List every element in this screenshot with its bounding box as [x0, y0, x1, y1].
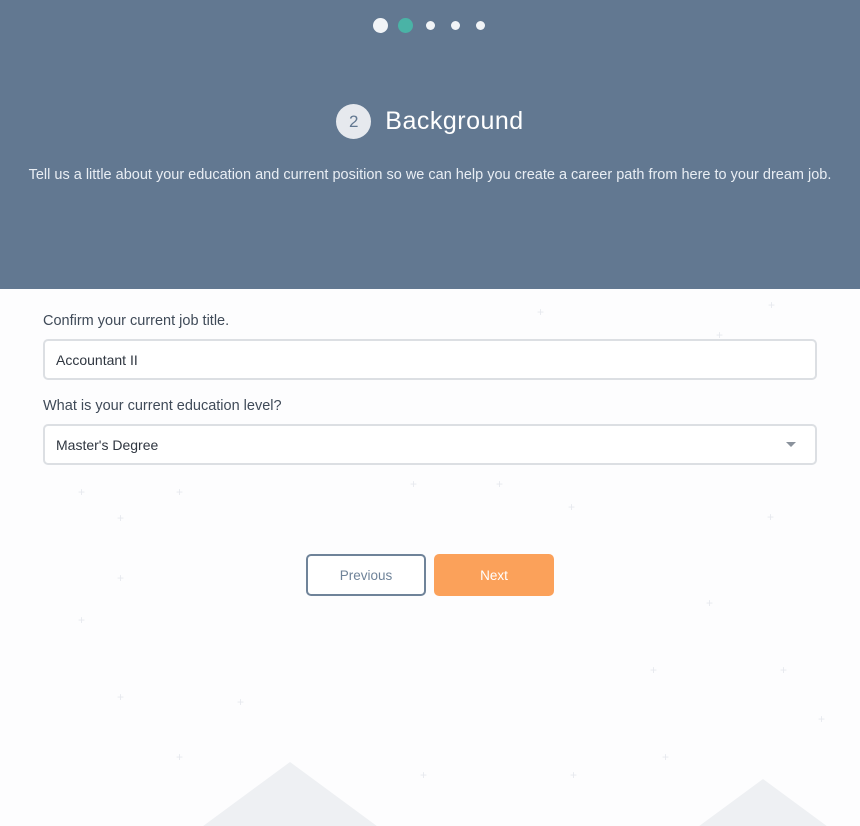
plus-decoration: +	[410, 477, 418, 491]
progress-dot-5[interactable]	[475, 21, 485, 30]
plus-decoration: +	[176, 750, 184, 764]
education-label: What is your current education level?	[43, 398, 282, 414]
education-group: What is your current education level? Ma…	[43, 398, 817, 465]
mountain-shape	[195, 762, 385, 826]
plus-decoration: +	[78, 485, 86, 499]
progress-dot-1[interactable]	[372, 18, 388, 33]
next-button[interactable]: Next	[434, 554, 554, 596]
plus-decoration: +	[420, 768, 428, 782]
progress-dot-2-active[interactable]	[397, 18, 413, 33]
plus-decoration: +	[818, 712, 826, 726]
education-selected-value: Master's Degree	[56, 436, 159, 453]
step-heading: Background	[385, 107, 524, 135]
plus-decoration: +	[117, 511, 125, 525]
plus-decoration: +	[237, 695, 245, 709]
step-header: 2 Background Tell us a little about your…	[0, 0, 860, 289]
plus-decoration: +	[176, 485, 184, 499]
plus-decoration: +	[650, 663, 658, 677]
progress-dot-3[interactable]	[425, 21, 435, 30]
job-title-input[interactable]	[43, 339, 817, 380]
plus-decoration: +	[780, 663, 788, 677]
progress-dot-4[interactable]	[450, 21, 460, 30]
plus-decoration: +	[496, 477, 504, 491]
plus-decoration: +	[568, 500, 576, 514]
job-title-group: Confirm your current job title.	[43, 313, 817, 380]
progress-dots	[0, 18, 860, 33]
step-title-row: 2 Background	[0, 104, 860, 139]
plus-decoration: +	[767, 510, 775, 524]
education-select[interactable]: Master's Degree	[43, 424, 817, 465]
step-description: Tell us a little about your education an…	[28, 167, 832, 183]
navigation-buttons: Previous Next	[0, 554, 860, 596]
background-form: Confirm your current job title. What is …	[43, 313, 817, 465]
plus-decoration: +	[78, 613, 86, 627]
plus-decoration: +	[570, 768, 578, 782]
step-number-badge: 2	[336, 104, 372, 139]
mountain-shape	[668, 779, 858, 826]
plus-decoration: +	[662, 750, 670, 764]
chevron-down-icon	[786, 442, 796, 447]
plus-decoration: +	[117, 690, 125, 704]
plus-decoration: +	[768, 298, 776, 312]
previous-button[interactable]: Previous	[306, 554, 426, 596]
plus-decoration: +	[706, 596, 714, 610]
job-title-label: Confirm your current job title.	[43, 313, 230, 329]
